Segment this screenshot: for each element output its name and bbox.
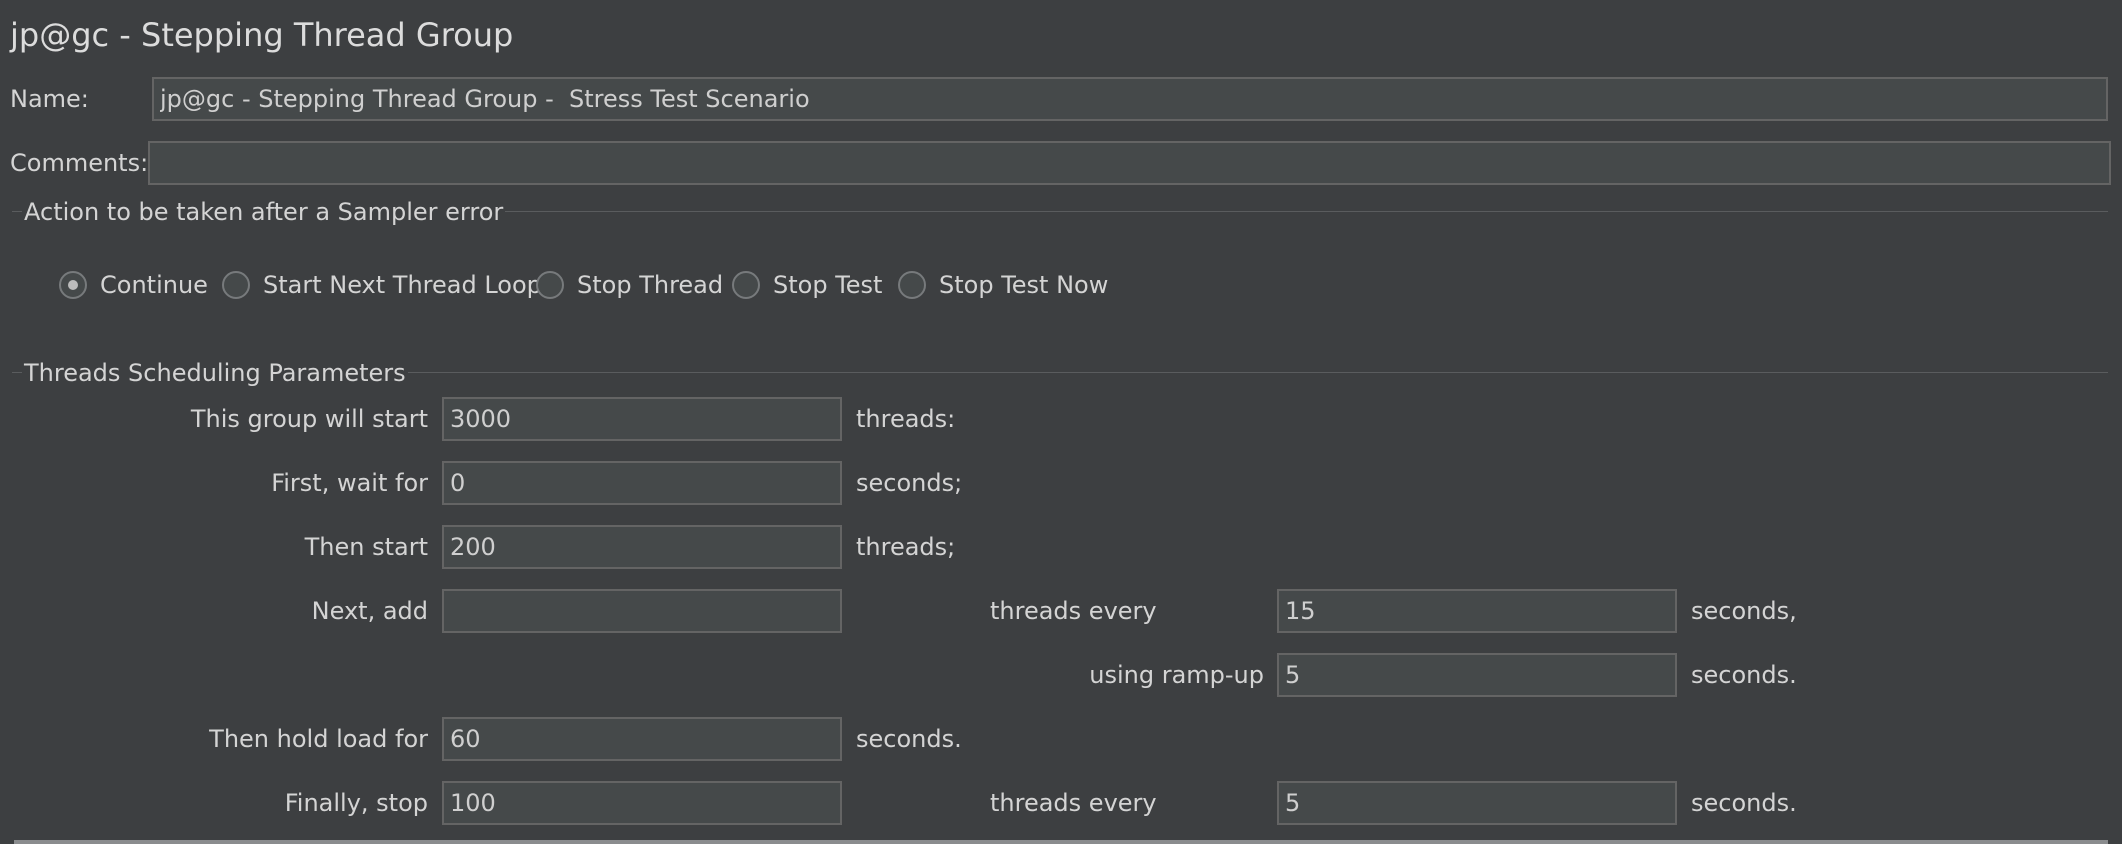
- hold-load-unit: seconds.: [856, 725, 962, 753]
- radio-continue-label[interactable]: Continue: [100, 271, 208, 299]
- initial-delay-unit: seconds;: [856, 469, 963, 497]
- comments-input[interactable]: [148, 141, 2111, 185]
- rampup-label: using ramp-up: [1089, 661, 1264, 689]
- stop-every-input[interactable]: [1277, 781, 1677, 825]
- start-threads-unit: threads:: [856, 405, 956, 433]
- scheduling-title: Threads Scheduling Parameters: [22, 359, 408, 387]
- next-add-every-input[interactable]: [1277, 589, 1677, 633]
- next-add-label: Next, add: [311, 597, 428, 625]
- stop-threads-label: Finally, stop: [284, 789, 428, 817]
- name-label: Name:: [10, 85, 89, 113]
- name-input[interactable]: [152, 77, 2108, 121]
- rampup-unit: seconds.: [1691, 661, 1797, 689]
- radio-start-next-thread-loop-label[interactable]: Start Next Thread Loop: [263, 271, 542, 299]
- start-threads-input[interactable]: [442, 397, 842, 441]
- next-add-every-label: threads every: [990, 597, 1157, 625]
- start-threads-label: This group will start: [190, 405, 428, 433]
- initial-delay-label: First, wait for: [271, 469, 428, 497]
- hold-load-label: Then hold load for: [209, 725, 428, 753]
- radio-start-next-thread-loop[interactable]: [222, 271, 250, 299]
- stop-every-label: threads every: [990, 789, 1157, 817]
- then-start-unit: threads;: [856, 533, 956, 561]
- radio-continue[interactable]: [59, 271, 87, 299]
- radio-stop-thread[interactable]: [536, 271, 564, 299]
- bottom-divider: [14, 840, 2108, 844]
- then-start-label: Then start: [304, 533, 428, 561]
- rampup-input[interactable]: [1277, 653, 1677, 697]
- stop-threads-input[interactable]: [442, 781, 842, 825]
- radio-stop-thread-label[interactable]: Stop Thread: [577, 271, 723, 299]
- comments-label: Comments:: [10, 149, 149, 177]
- radio-stop-test-now[interactable]: [898, 271, 926, 299]
- next-add-every-unit: seconds,: [1691, 597, 1797, 625]
- radio-stop-test-now-label[interactable]: Stop Test Now: [939, 271, 1108, 299]
- sampler-error-title: Action to be taken after a Sampler error: [22, 198, 506, 226]
- radio-stop-test[interactable]: [732, 271, 760, 299]
- next-add-input[interactable]: [442, 589, 842, 633]
- panel-title: jp@gc - Stepping Thread Group: [10, 16, 514, 54]
- radio-stop-test-label[interactable]: Stop Test: [773, 271, 882, 299]
- initial-delay-input[interactable]: [442, 461, 842, 505]
- then-start-input[interactable]: [442, 525, 842, 569]
- hold-load-input[interactable]: [442, 717, 842, 761]
- stop-every-unit: seconds.: [1691, 789, 1797, 817]
